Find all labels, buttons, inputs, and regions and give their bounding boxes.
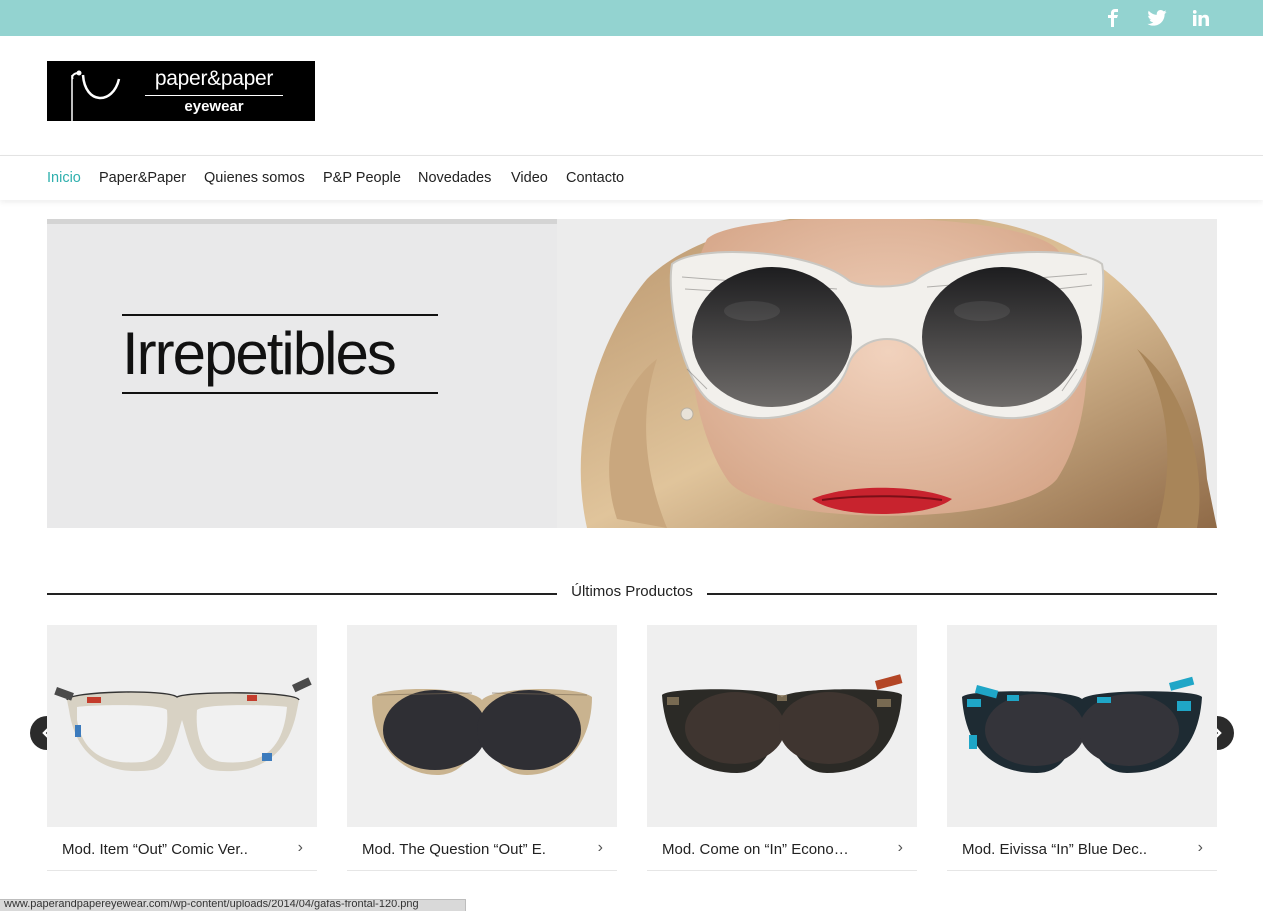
product-caption[interactable]: Mod. Item “Out” Comic Ver.. › xyxy=(47,827,317,871)
nav-item-inicio[interactable]: Inicio xyxy=(47,170,81,186)
product-name: Mod. Eivissa “In” Blue Dec.. xyxy=(962,841,1148,858)
hero-headline: Irrepetibles xyxy=(122,320,397,387)
nav-item-contacto[interactable]: Contacto xyxy=(566,170,624,186)
social-bar xyxy=(0,0,1263,36)
logo-brand-text: paper&paper xyxy=(154,67,274,90)
product-image[interactable] xyxy=(947,625,1217,827)
product-name: Mod. The Question “Out” E. xyxy=(362,841,546,858)
latest-products-title: Últimos Productos xyxy=(571,583,693,600)
logo-mark-icon xyxy=(71,70,121,129)
product-name: Mod. Item “Out” Comic Ver.. xyxy=(62,841,248,858)
main-nav: Inicio Paper&Paper Quienes somos P&P Peo… xyxy=(0,155,1263,200)
facebook-icon[interactable] xyxy=(1101,0,1125,36)
heading-rule-right xyxy=(707,593,1217,595)
chevron-right-icon: › xyxy=(897,839,903,856)
logo-sub-text: eyewear xyxy=(184,98,244,115)
site-logo[interactable]: paper&paper eyewear xyxy=(47,61,315,129)
nav-item-paper-paper[interactable]: Paper&Paper xyxy=(99,170,186,186)
product-image[interactable] xyxy=(347,625,617,827)
chevron-right-icon: › xyxy=(1197,839,1203,856)
hero-headline-block: Irrepetibles xyxy=(122,314,438,394)
logo-divider xyxy=(145,95,283,96)
product-image[interactable] xyxy=(47,625,317,827)
nav-item-novedades[interactable]: Novedades xyxy=(418,170,491,186)
twitter-icon[interactable] xyxy=(1145,0,1169,36)
product-card[interactable]: Mod. Eivissa “In” Blue Dec.. › xyxy=(947,625,1217,871)
latest-products-heading: Últimos Productos xyxy=(47,582,1217,604)
product-card[interactable]: Mod. Come on “In” Econo… › xyxy=(647,625,917,871)
product-card[interactable]: Mod. Item “Out” Comic Ver.. › xyxy=(47,625,317,871)
nav-item-pp-people[interactable]: P&P People xyxy=(323,170,401,186)
product-name: Mod. Come on “In” Econo… xyxy=(662,841,849,858)
browser-status-bar: www.paperandpapereyewear.com/wp-content/… xyxy=(0,899,466,911)
product-caption[interactable]: Mod. The Question “Out” E. › xyxy=(347,827,617,871)
nav-item-video[interactable]: Video xyxy=(511,170,548,186)
hero-rule-bottom xyxy=(122,392,438,394)
hero-banner[interactable]: Irrepetibles xyxy=(47,219,1217,528)
product-caption[interactable]: Mod. Eivissa “In” Blue Dec.. › xyxy=(947,827,1217,871)
chevron-right-icon: › xyxy=(297,839,303,856)
site-header: paper&paper eyewear xyxy=(0,36,1263,155)
product-image[interactable] xyxy=(647,625,917,827)
nav-item-quienes-somos[interactable]: Quienes somos xyxy=(204,170,305,186)
hero-model-photo xyxy=(557,219,1217,528)
product-caption[interactable]: Mod. Come on “In” Econo… › xyxy=(647,827,917,871)
product-card[interactable]: Mod. The Question “Out” E. › xyxy=(347,625,617,871)
chevron-right-icon: › xyxy=(597,839,603,856)
linkedin-icon[interactable] xyxy=(1189,0,1213,36)
status-url: www.paperandpapereyewear.com/wp-content/… xyxy=(4,899,419,910)
